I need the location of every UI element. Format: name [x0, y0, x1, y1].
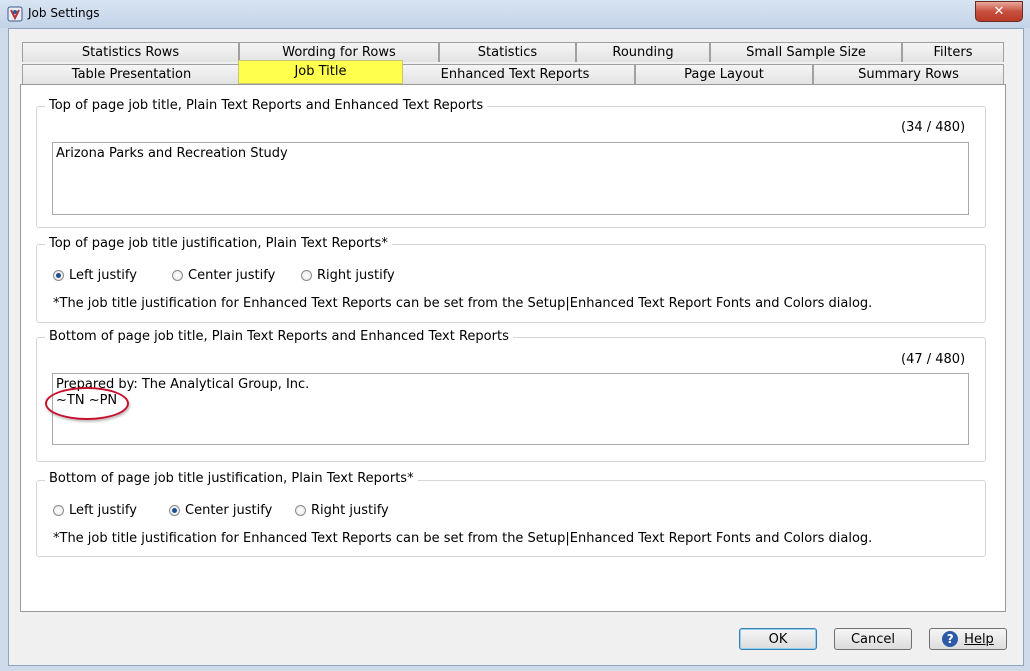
radio-selected-icon: [169, 505, 180, 516]
tab-wording-for-rows[interactable]: Wording for Rows: [239, 42, 439, 62]
ok-button[interactable]: OK: [739, 628, 817, 650]
tab-job-title[interactable]: Job Title: [238, 60, 403, 84]
tab-page-layout[interactable]: Page Layout: [635, 64, 813, 84]
top-center-justify-radio[interactable]: Center justify: [172, 268, 275, 283]
tab-enhanced-text-reports[interactable]: Enhanced Text Reports: [395, 64, 635, 84]
bottom-left-justify-radio[interactable]: Left justify: [53, 503, 137, 518]
close-button[interactable]: ✕: [975, 1, 1023, 22]
radio-unselected-icon: [301, 270, 312, 281]
job-settings-window: Job Settings ✕ Statistics Rows Wording f…: [0, 0, 1030, 671]
bottom-title-group-label: Bottom of page job title, Plain Text Rep…: [45, 329, 513, 344]
help-icon: ?: [942, 631, 959, 647]
help-button[interactable]: ? Help: [929, 628, 1007, 650]
window-title: Job Settings: [28, 6, 100, 20]
top-title-input[interactable]: Arizona Parks and Recreation Study: [52, 142, 969, 215]
radio-label: Center justify: [185, 503, 273, 518]
tab-summary-rows[interactable]: Summary Rows: [813, 64, 1004, 84]
radio-label: Right justify: [311, 503, 389, 518]
bottom-center-justify-radio[interactable]: Center justify: [169, 503, 272, 518]
tab-statistics[interactable]: Statistics: [439, 42, 576, 62]
top-justify-group: [36, 244, 986, 323]
close-icon: ✕: [993, 4, 1005, 19]
radio-label: Center justify: [188, 268, 276, 283]
radio-unselected-icon: [172, 270, 183, 281]
radio-selected-icon: [53, 270, 64, 281]
annotation-circle: [45, 387, 129, 420]
radio-unselected-icon: [295, 505, 306, 516]
radio-label: Right justify: [317, 268, 395, 283]
top-justify-note: *The job title justification for Enhance…: [53, 296, 873, 311]
top-justify-group-label: Top of page job title justification, Pla…: [45, 236, 392, 251]
top-right-justify-radio[interactable]: Right justify: [301, 268, 395, 283]
tab-filters[interactable]: Filters: [902, 42, 1004, 62]
bottom-title-char-counter: (47 / 480): [901, 352, 966, 367]
top-left-justify-radio[interactable]: Left justify: [53, 268, 137, 283]
app-icon: [7, 6, 23, 22]
top-title-char-counter: (34 / 480): [901, 120, 966, 135]
tab-statistics-rows[interactable]: Statistics Rows: [22, 42, 239, 62]
bottom-justify-note: *The job title justification for Enhance…: [53, 531, 873, 546]
title-bar: Job Settings ✕: [0, 0, 1030, 28]
bottom-title-input[interactable]: Prepared by: The Analytical Group, Inc. …: [52, 373, 969, 445]
tab-small-sample-size[interactable]: Small Sample Size: [710, 42, 902, 62]
cancel-button[interactable]: Cancel: [834, 628, 912, 650]
bottom-right-justify-radio[interactable]: Right justify: [295, 503, 389, 518]
radio-unselected-icon: [53, 505, 64, 516]
radio-label: Left justify: [69, 503, 137, 518]
help-button-label: Help: [964, 631, 994, 647]
tab-rounding[interactable]: Rounding: [576, 42, 710, 62]
top-title-group-label: Top of page job title, Plain Text Report…: [45, 98, 488, 113]
radio-label: Left justify: [69, 268, 137, 283]
tab-table-presentation[interactable]: Table Presentation: [22, 64, 241, 84]
bottom-justify-group-label: Bottom of page job title justification, …: [45, 471, 418, 486]
